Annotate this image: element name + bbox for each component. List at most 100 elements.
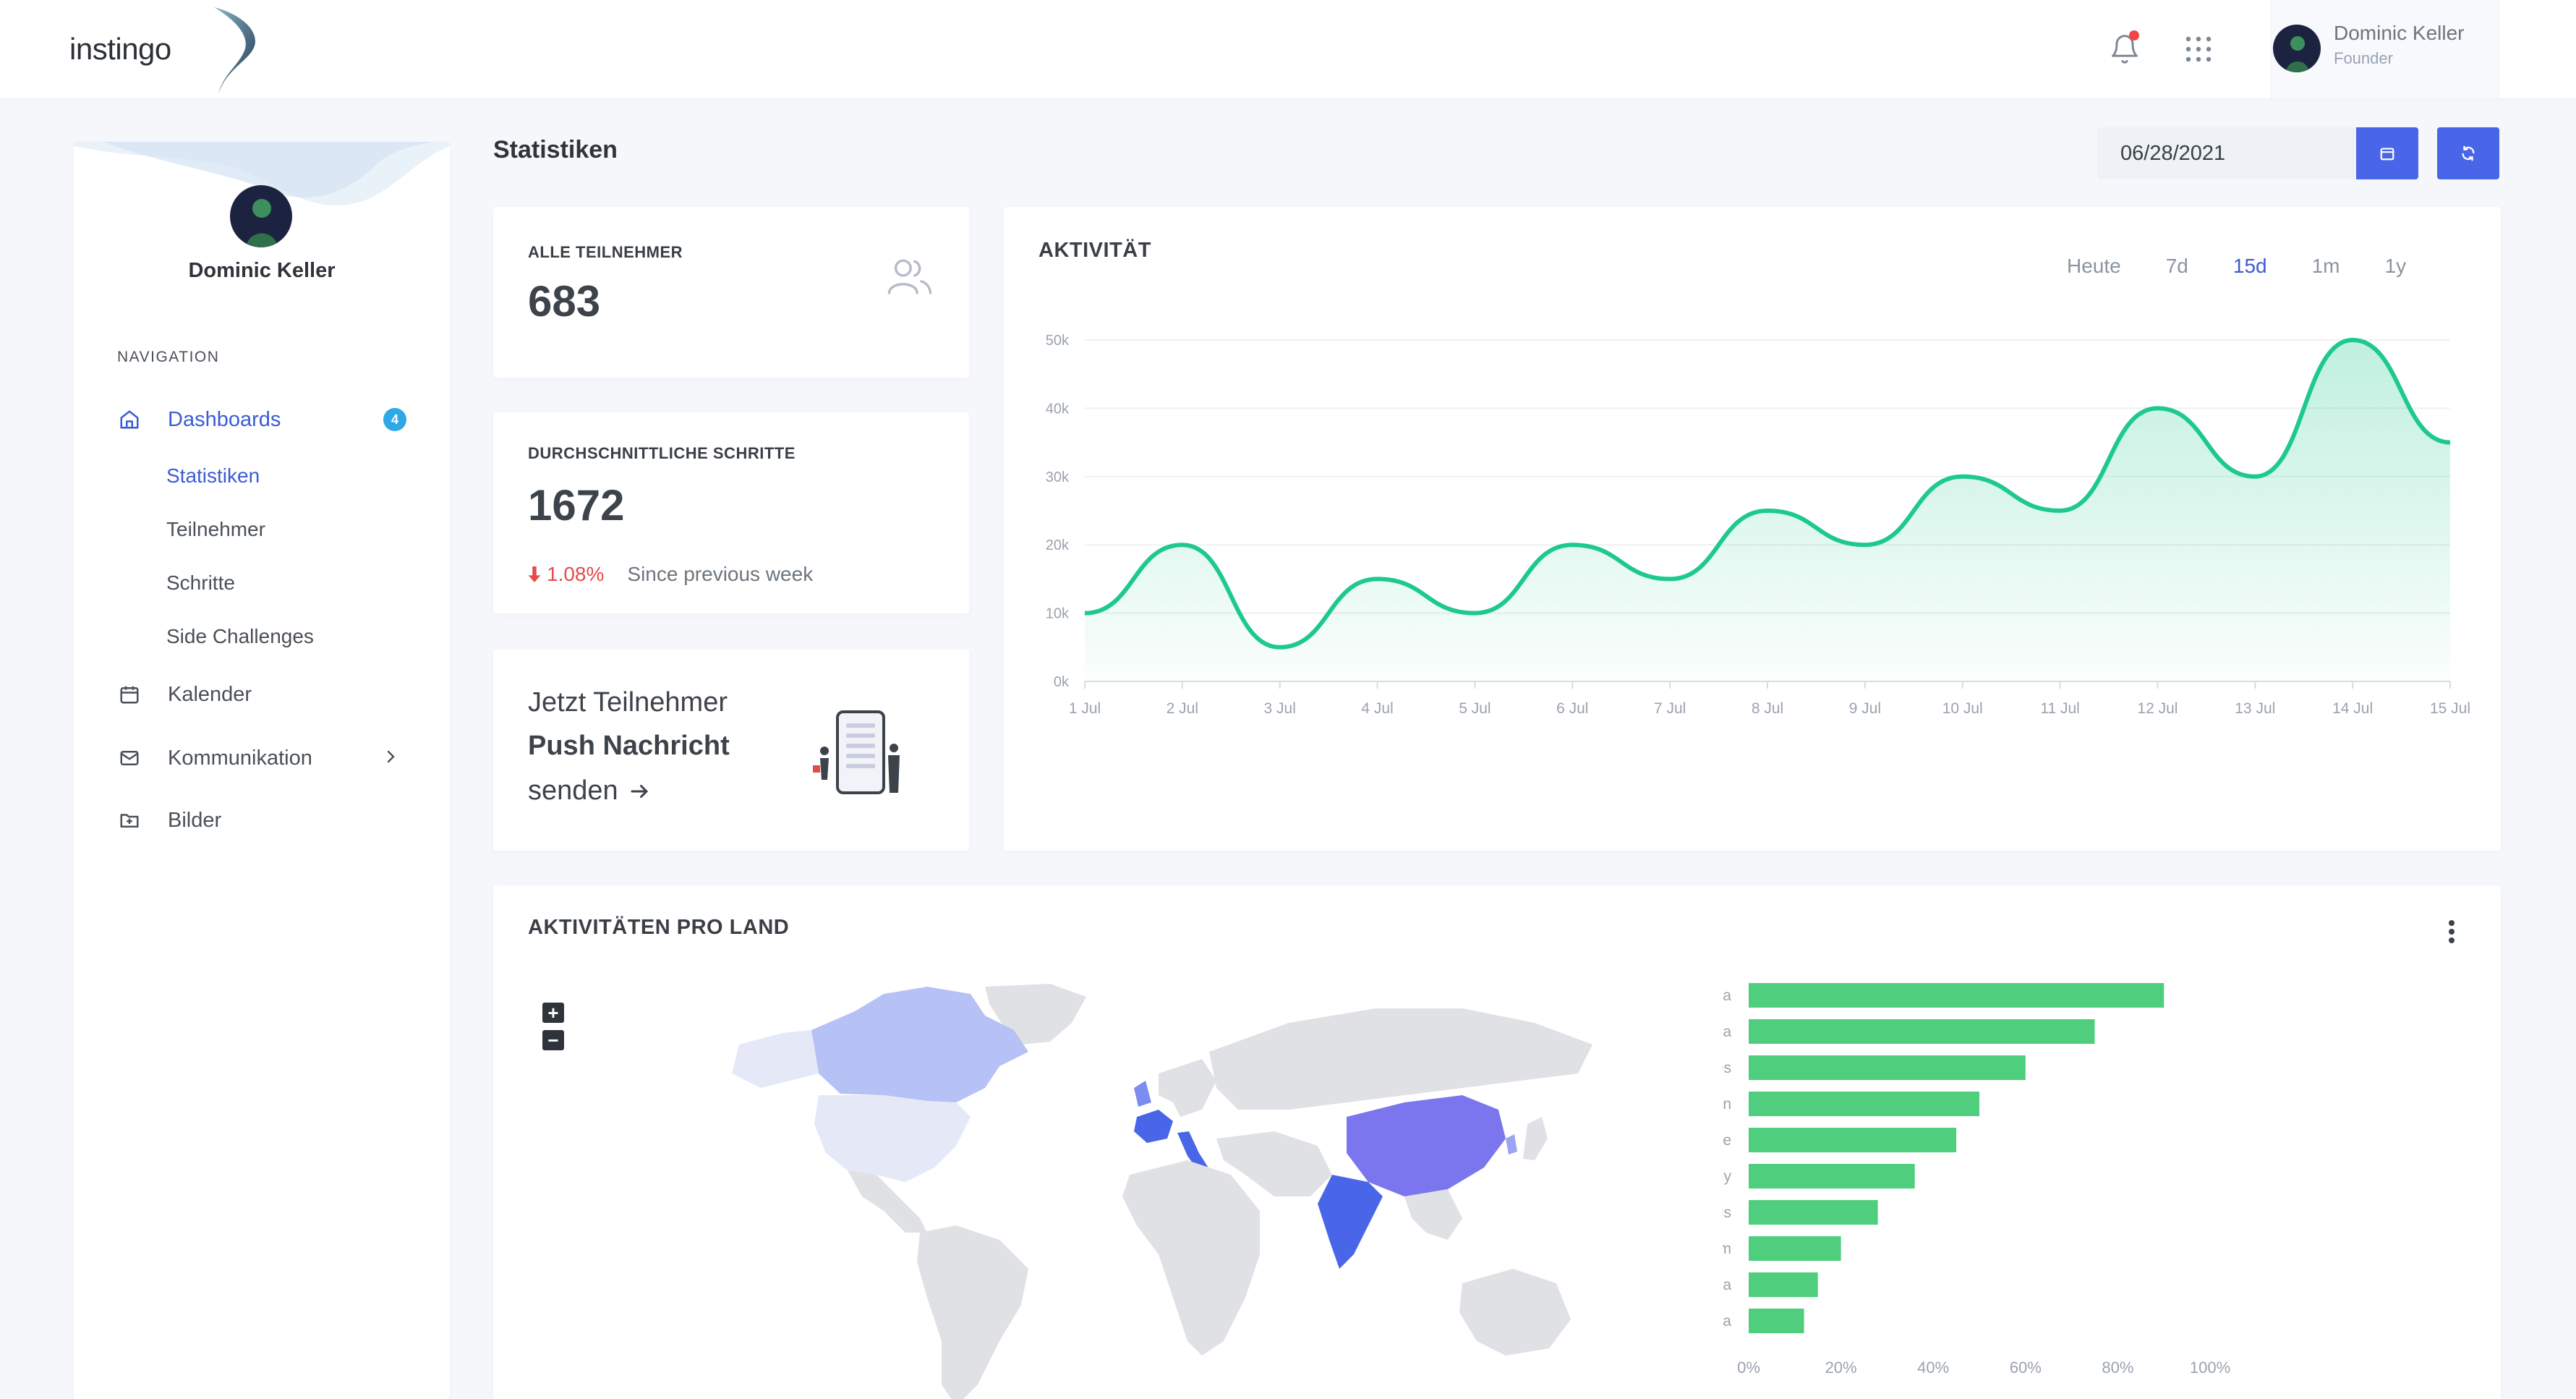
apps-button[interactable] [2178,29,2219,69]
phone-illustration [813,710,900,794]
sidebar-item-kalender[interactable]: Kalender [117,676,252,713]
map-region-china [1347,1095,1506,1196]
sidebar-item-kommunikation[interactable]: Kommunikation [117,739,312,777]
x-tick-label: 40% [1917,1358,1949,1377]
country-bar [1749,1128,1957,1152]
participants-card: ALLE TEILNEHMER 683 [493,207,969,378]
bar-category-label: Canada [1723,1277,1731,1293]
map-region-uk [1134,1081,1151,1107]
map-region-india [1318,1175,1383,1269]
bar-category-label: Italy [1723,1168,1731,1185]
country-title: AKTIVITÄTEN PRO LAND [528,916,790,939]
sidebar-item-bilder[interactable]: Bilder [117,801,221,839]
country-card: AKTIVITÄTEN PRO LAND + − a a s n e y s m… [493,885,2501,1399]
country-bar-chart: India China United States Japan France Italy N… [1723,983,2230,1377]
participants-label: ALLE TEILNEHMER [528,243,683,261]
calendar-button[interactable] [2356,127,2418,179]
sidebar-subitem-schritte[interactable]: Schritte [166,571,235,595]
sidebar-item-label: Kalender [168,682,252,706]
push-notification-card[interactable]: Jetzt Teilnehmer Push Nachricht senden [493,650,969,851]
country-bar [1749,983,2165,1008]
country-bar [1749,1309,1804,1333]
nav-section-label: NAVIGATION [117,349,220,365]
map-region-australia [1459,1269,1571,1356]
notification-button[interactable] [2104,29,2145,69]
country-bar [1749,1019,2095,1044]
x-tick-label: 0% [1737,1358,1760,1377]
user-role: Founder [2334,49,2393,67]
x-tick-label: 20% [1825,1358,1857,1377]
y-tick-label: 10k [1046,606,1070,622]
push-line-2: Push Nachricht [528,731,730,761]
sidebar-item-dashboards[interactable]: Dashboards [117,401,281,438]
push-line-1: Jetzt Teilnehmer [528,687,728,718]
activity-area-chart: 0k 10k 20k 30k 40k 50k 1 Jul 2 Jul 3 Jul 4 Jul 5 J… [1046,333,2470,717]
x-tick-label: 60% [2010,1358,2042,1377]
map-region-south-america [917,1225,1028,1399]
y-tick-label: 50k [1046,333,1070,349]
trend-row: 1.08% Since previous week [528,563,813,586]
folder-image-icon [120,814,139,828]
bar-category-label: France [1723,1132,1731,1149]
steps-label: DURCHSCHNITTLICHE SCHRITTE [528,444,796,462]
y-tick-label: 20k [1046,537,1070,553]
map-region-south-korea [1506,1134,1517,1155]
top-bar: instingo Dominic Keller Founder [0,0,2576,98]
x-tick-label: 13 Jul [2235,700,2275,717]
x-tick-label: 9 Jul [1849,700,1881,717]
x-tick-label: 6 Jul [1556,700,1588,717]
country-bar [1749,1236,1841,1261]
country-bar [1749,1200,1878,1225]
arrow-right-icon [631,784,648,798]
sidebar-item-label: Bilder [168,808,222,832]
sidebar-item-label: Dashboards [168,407,281,431]
profile-avatar[interactable] [230,185,292,247]
world-map[interactable] [710,979,1621,1399]
map-region-central-america [848,1170,927,1233]
push-send-link[interactable]: senden [528,775,650,807]
country-bar [1749,1164,1915,1188]
refresh-button[interactable] [2437,127,2499,179]
home-icon [120,410,139,429]
users-icon [887,259,932,294]
x-tick-label: 5 Jul [1459,700,1490,717]
map-region-alaska [732,1030,819,1088]
arrow-down-icon [528,566,541,582]
map-region-southeast-asia [1404,1189,1462,1240]
map-region-usa [814,1095,971,1182]
sidebar: Dominic Keller NAVIGATION Dashboards 4 S… [74,142,450,1399]
steps-value: 1672 [528,481,625,530]
calendar-icon [2380,148,2394,161]
participants-value: 683 [528,277,601,326]
push-line-3: senden [528,775,618,806]
country-bar [1749,1055,2026,1080]
bar-category-label: Japan [1723,1096,1731,1113]
sidebar-subitem-side-challenges[interactable]: Side Challenges [166,625,314,648]
x-tick-label: 12 Jul [2137,700,2178,717]
x-tick-label: 7 Jul [1654,700,1686,717]
bar-category-label: Netherlands [1723,1204,1731,1221]
y-tick-label: 40k [1046,401,1070,417]
x-tick-label: 8 Jul [1752,700,1783,717]
refresh-icon [2462,145,2475,161]
sidebar-subitem-teilnehmer[interactable]: Teilnehmer [166,518,265,541]
logo[interactable]: instingo [69,0,255,98]
apps-grid-icon [2185,36,2212,62]
country-bar [1749,1092,1979,1116]
sidebar-item-label: Kommunikation [168,746,312,770]
page-title: Statistiken [493,136,618,163]
x-tick-label: 3 Jul [1264,700,1296,717]
avatar [2273,25,2321,72]
bar-category-label: India [1723,987,1731,1004]
map-zoom-in-button[interactable]: + [542,1003,564,1023]
country-bar [1749,1272,1818,1297]
map-zoom-out-button[interactable]: − [542,1030,564,1050]
user-menu[interactable]: Dominic Keller Founder [2271,0,2499,98]
map-region-russia [1209,1008,1592,1110]
x-tick-label: 1 Jul [1069,700,1101,717]
map-region-africa [1122,1160,1260,1356]
dashboards-count-badge: 4 [383,408,406,431]
sidebar-subitem-statistiken[interactable]: Statistiken [166,464,260,488]
person-silhouette-icon [246,199,278,247]
date-input[interactable]: 06/28/2021 [2097,127,2356,179]
